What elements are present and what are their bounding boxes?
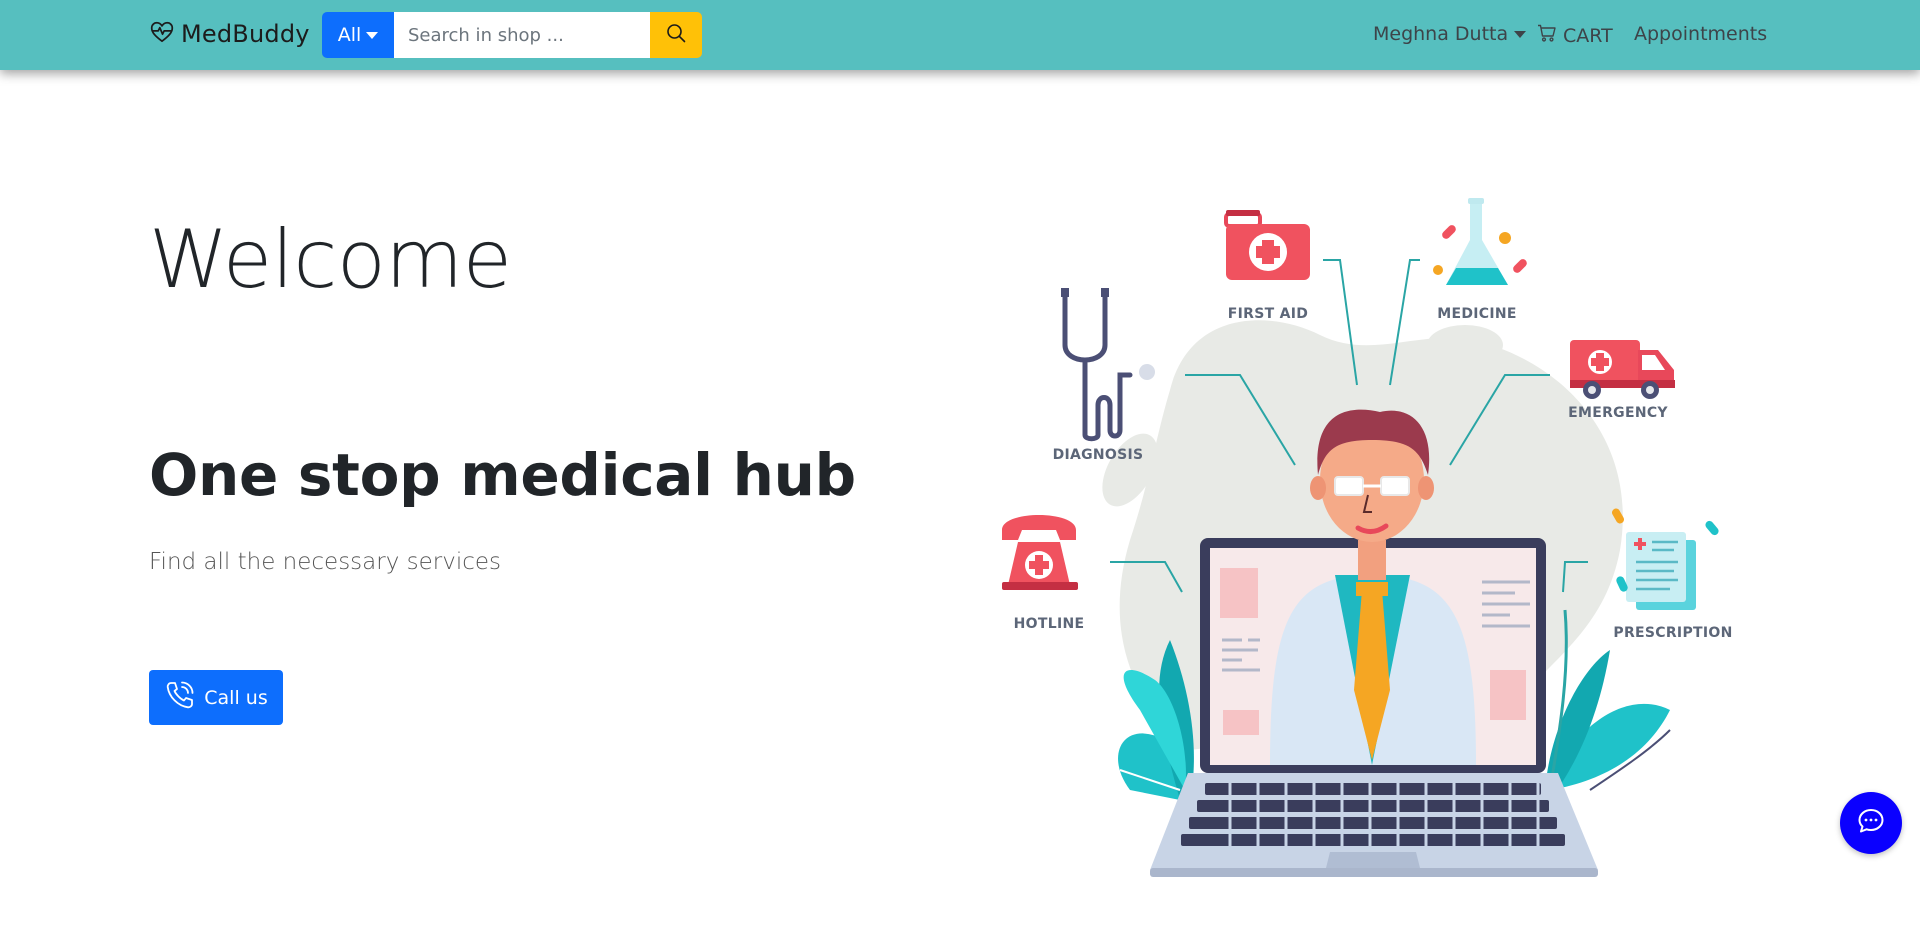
search-icon <box>666 23 686 47</box>
first-aid-label: FIRST AID <box>1228 306 1308 322</box>
cart-label: CART <box>1563 24 1613 47</box>
heart-pulse-icon <box>149 19 175 49</box>
search-input[interactable] <box>394 12 650 58</box>
medicine-label: MEDICINE <box>1437 306 1517 322</box>
call-us-label: Call us <box>204 686 268 709</box>
appointments-link[interactable]: Appointments <box>1634 23 1767 45</box>
user-name: Meghna Dutta <box>1373 23 1509 45</box>
cart-icon <box>1537 23 1557 48</box>
flask-icon <box>1433 198 1527 285</box>
chat-icon <box>1856 806 1886 840</box>
search-button[interactable] <box>650 12 702 58</box>
appointments-label: Appointments <box>1634 23 1768 45</box>
brand-name: MedBuddy <box>181 20 310 48</box>
chat-button[interactable] <box>1840 792 1902 854</box>
user-menu-dropdown[interactable]: Meghna Dutta <box>1373 23 1527 45</box>
stethoscope-icon <box>1061 288 1133 442</box>
cart-link[interactable]: CART <box>1537 23 1613 48</box>
phone-icon <box>164 679 196 716</box>
laptop-bottom <box>1150 868 1598 877</box>
emergency-label: EMERGENCY <box>1568 405 1668 421</box>
hero-subtitle: Find all the necessary services <box>149 549 502 575</box>
welcome-heading: Welcome <box>149 213 512 306</box>
caret-down-icon <box>1514 30 1527 38</box>
navbar: MedBuddy All Meghna Dutta <box>0 0 1920 70</box>
prescription-label: PRESCRIPTION <box>1613 625 1732 641</box>
category-dropdown-button[interactable]: All <box>322 12 394 58</box>
diagnosis-label: DIAGNOSIS <box>1053 447 1144 463</box>
category-dropdown-label: All <box>337 24 362 46</box>
tagline-heading: One stop medical hub <box>149 441 856 509</box>
prescription-icon <box>1612 508 1719 610</box>
call-us-button[interactable]: Call us <box>149 670 283 725</box>
doctor-illustration: FIRST AID MEDICINE DIAGNOSIS EMERGENCY H… <box>1002 198 1732 877</box>
background-blob <box>1427 325 1503 365</box>
stethoscope-chestpiece <box>1139 364 1155 380</box>
search-group: All <box>322 12 702 58</box>
hotline-label: HOTLINE <box>1014 616 1085 632</box>
first-aid-kit-icon <box>1224 210 1310 280</box>
telephone-icon <box>1002 515 1078 590</box>
brand-link[interactable]: MedBuddy <box>149 19 310 49</box>
ambulance-icon <box>1570 340 1675 399</box>
trackpad <box>1326 852 1420 868</box>
caret-down-icon <box>366 31 379 39</box>
